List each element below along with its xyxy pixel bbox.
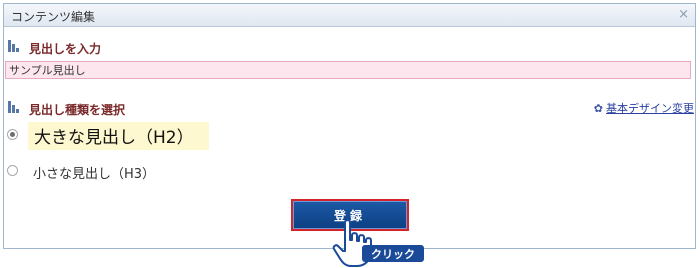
radio-option-h3[interactable]: 小さな見出し（H3） (5, 158, 225, 184)
section-icon (8, 101, 20, 113)
option-label: 大きな見出し（H2） (34, 128, 194, 148)
radio-icon[interactable] (7, 129, 18, 140)
option-label: 小さな見出し（H3） (33, 167, 156, 182)
heading-type-label: 見出し種類を選択 (29, 103, 126, 117)
dialog-titlebar: コンテンツ編集 × (4, 4, 695, 27)
heading-text-input[interactable] (5, 61, 691, 79)
radio-icon[interactable] (7, 165, 18, 176)
design-link-label: 基本デザイン変更 (606, 102, 694, 115)
click-annotation-badge: クリック (362, 245, 424, 262)
section-icon (8, 40, 20, 52)
dialog-title: コンテンツ編集 (11, 10, 96, 24)
radio-option-h2[interactable]: 大きな見出し（H2） (5, 122, 225, 150)
close-icon[interactable]: × (678, 7, 689, 22)
basic-design-change-link[interactable]: ✿ 基本デザイン変更 (594, 100, 694, 116)
gear-icon: ✿ (593, 102, 603, 115)
heading-input-label: 見出しを入力 (29, 42, 102, 56)
